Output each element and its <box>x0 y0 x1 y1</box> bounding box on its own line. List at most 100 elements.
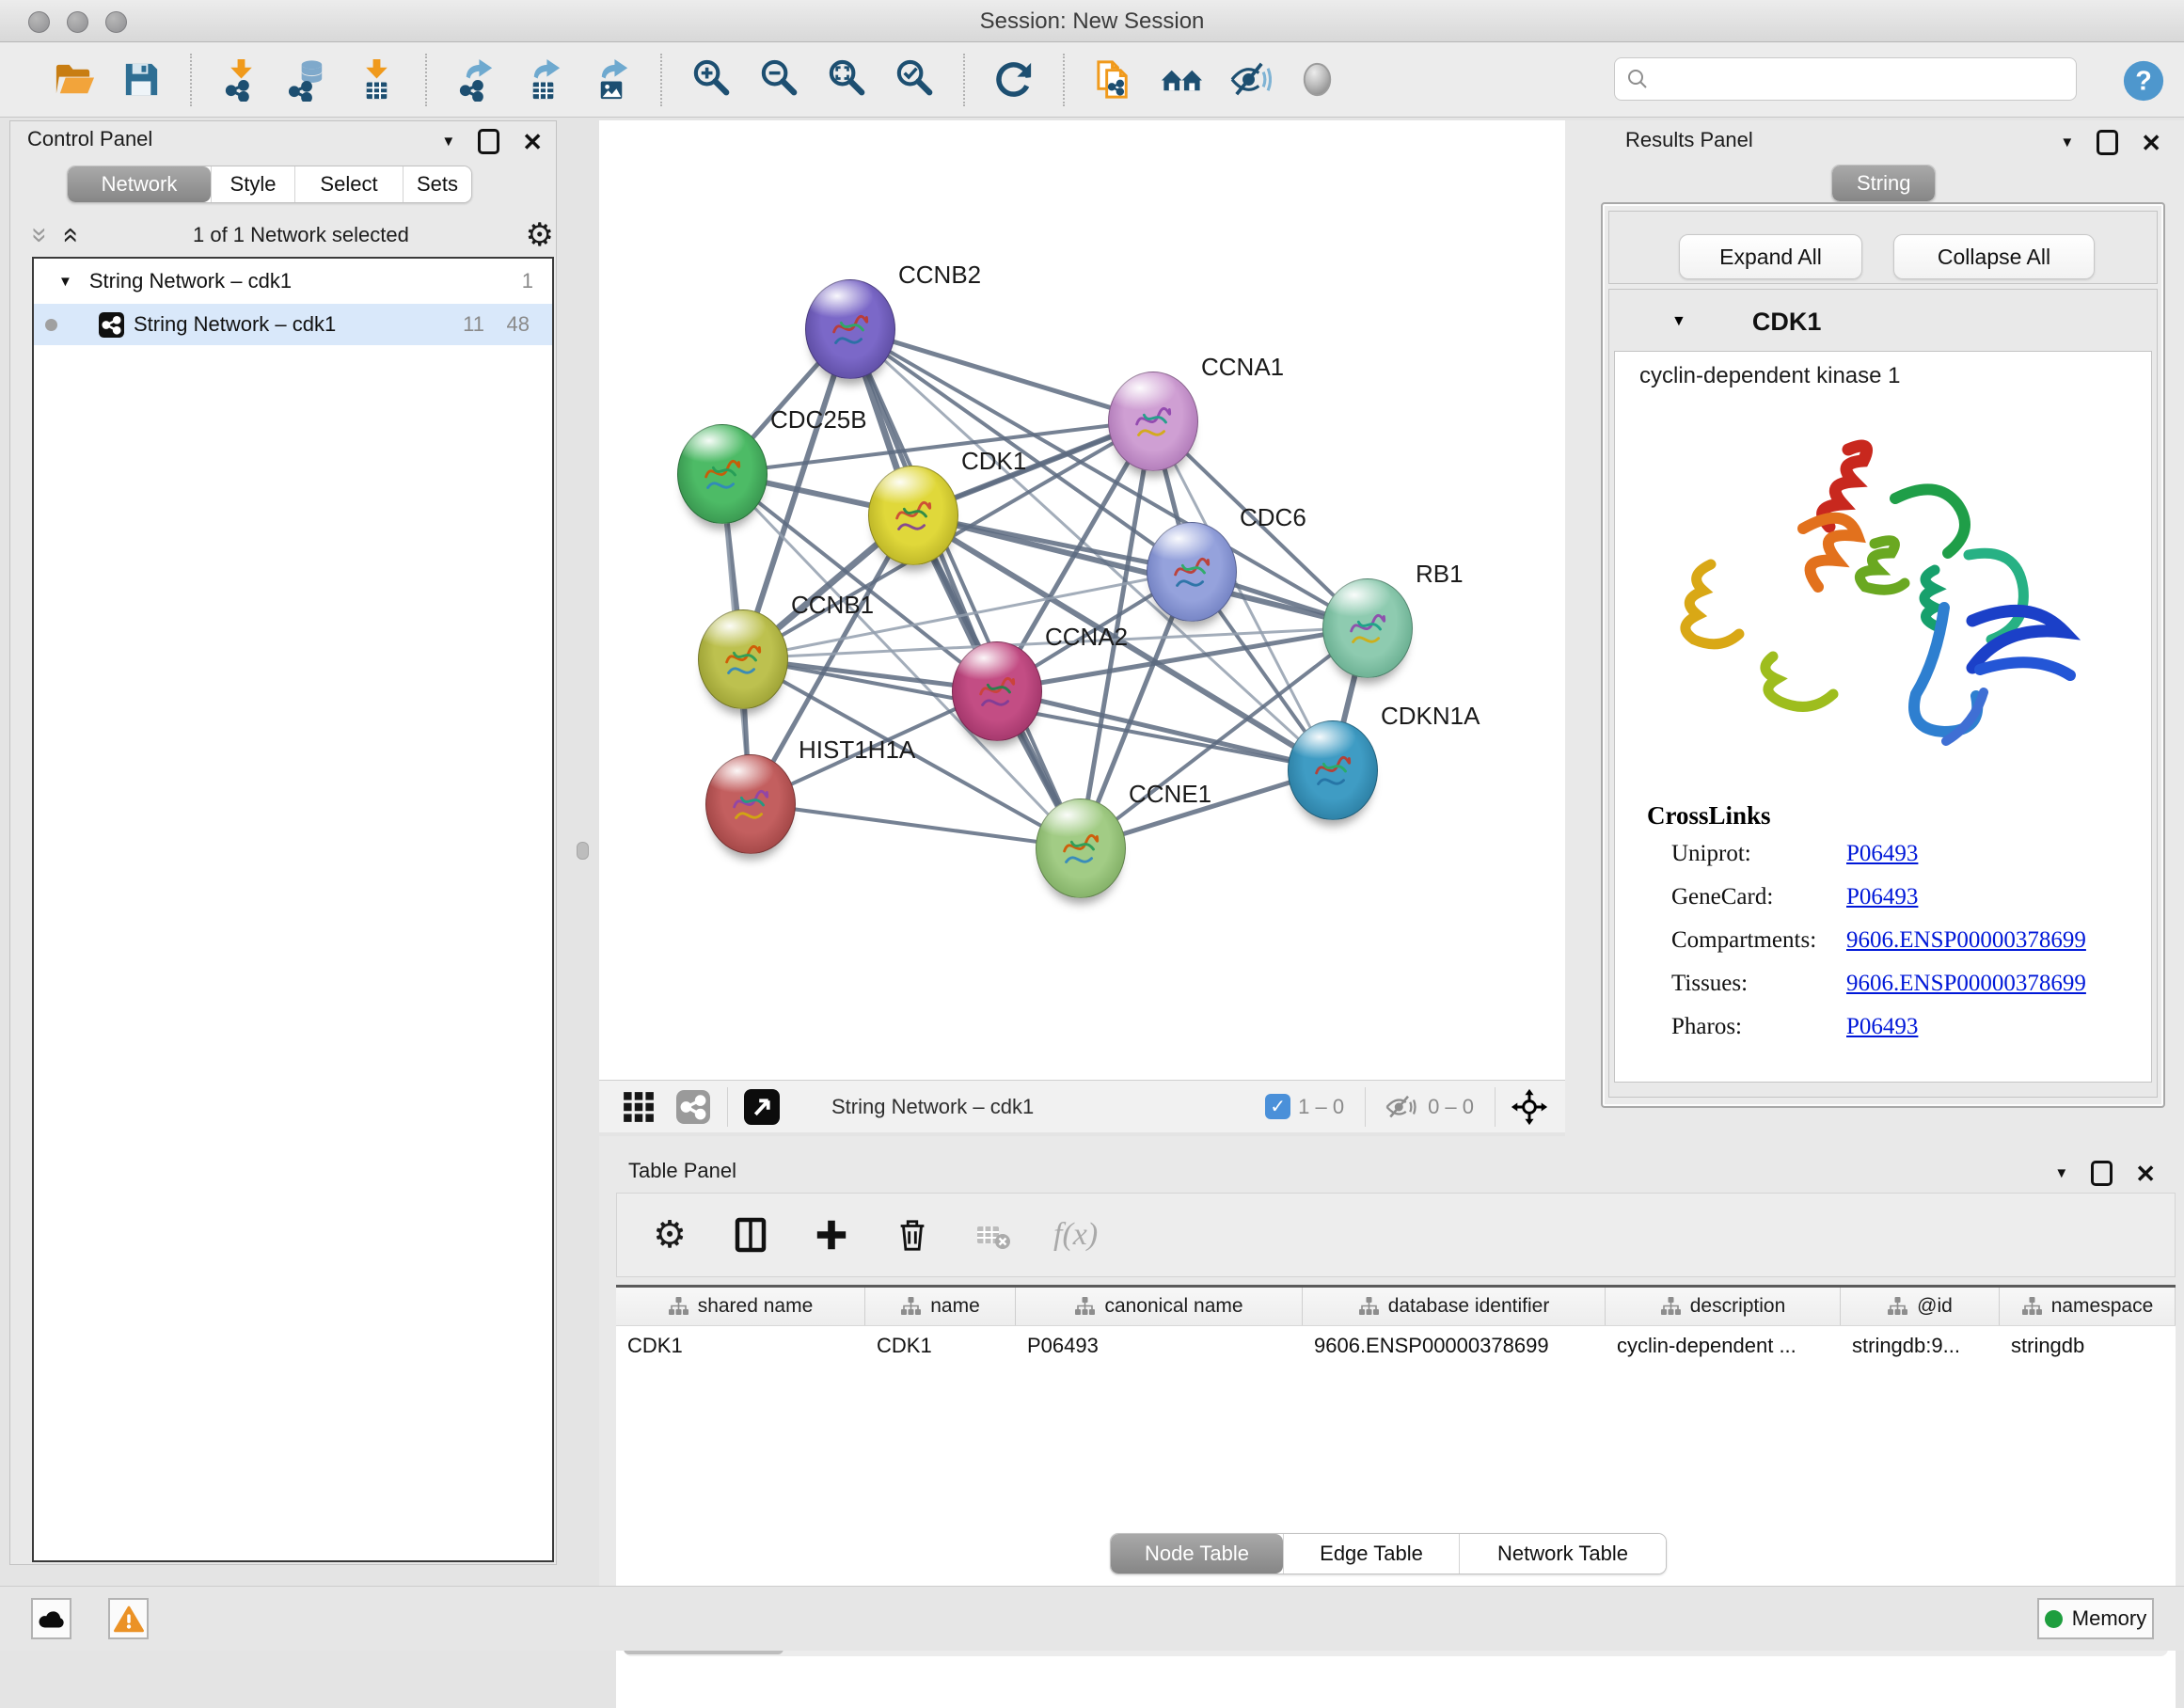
network-node-cdk1[interactable] <box>868 466 958 565</box>
column-header-shared-name[interactable]: shared name <box>616 1288 865 1325</box>
network-edge[interactable] <box>996 690 1332 769</box>
crosslink-value-link[interactable]: P06493 <box>1846 841 1918 867</box>
column-header-description[interactable]: description <box>1606 1288 1841 1325</box>
cloud-status-button[interactable] <box>31 1598 71 1639</box>
hide-panel-button[interactable] <box>1223 54 1275 106</box>
column-header-canonical-name[interactable]: canonical name <box>1016 1288 1303 1325</box>
results-panel-close-icon[interactable]: ✕ <box>2141 131 2161 155</box>
delete-column-icon[interactable] <box>892 1214 933 1256</box>
refresh-view-button[interactable] <box>988 54 1040 106</box>
crosslink-value-link[interactable]: 9606.ENSP00000378699 <box>1846 971 2086 997</box>
network-node-ccna1[interactable] <box>1108 372 1198 471</box>
string-home-button[interactable] <box>1155 54 1208 106</box>
control-panel-close-icon[interactable]: ✕ <box>522 130 543 154</box>
tab-style[interactable]: Style <box>211 166 294 202</box>
table-panel-close-icon[interactable]: ✕ <box>2135 1162 2156 1186</box>
tab-string[interactable]: String <box>1832 166 1935 201</box>
network-row[interactable]: String Network – cdk1 11 48 <box>34 304 552 345</box>
save-session-button[interactable] <box>115 54 167 106</box>
export-image-button[interactable] <box>585 54 638 106</box>
table-options-gear-icon[interactable]: ⚙ <box>649 1214 690 1256</box>
table-panel-collapse-icon[interactable]: ▼ <box>2054 1165 2068 1181</box>
entry-collapse-icon[interactable]: ▼ <box>1671 313 1686 330</box>
tab-node-table[interactable]: Node Table <box>1111 1534 1283 1574</box>
shared-column-icon <box>1358 1296 1379 1317</box>
zoom-selected-button[interactable] <box>888 54 941 106</box>
network-node-cdc25b[interactable] <box>677 424 768 524</box>
network-node-rb1[interactable] <box>1322 578 1413 678</box>
network-node-cdkn1a[interactable] <box>1288 720 1378 820</box>
network-node-ccne1[interactable] <box>1036 799 1126 898</box>
table-cell[interactable]: stringdb <box>2000 1327 2176 1365</box>
inactive-eye-button[interactable] <box>1290 54 1343 106</box>
export-table-button[interactable] <box>517 54 570 106</box>
help-icon: ? <box>2122 59 2165 103</box>
table-cell[interactable]: P06493 <box>1016 1327 1303 1365</box>
zoom-fit-button[interactable] <box>820 54 873 106</box>
export-network-button[interactable] <box>450 54 502 106</box>
collapse-all-networks-icon[interactable]: » <box>55 228 83 244</box>
expand-all-button[interactable]: Expand All <box>1679 234 1862 279</box>
table-cell[interactable]: stringdb:9... <box>1841 1327 2000 1365</box>
zoom-out-button[interactable] <box>752 54 805 106</box>
delete-table-icon[interactable] <box>973 1214 1014 1256</box>
tab-sets[interactable]: Sets <box>403 166 471 202</box>
network-node-ccnb1[interactable] <box>698 609 788 709</box>
results-panel-float-icon[interactable] <box>2097 130 2118 155</box>
selected-nodes-checkbox[interactable]: ✓ <box>1265 1094 1290 1119</box>
open-in-new-window-icon[interactable] <box>741 1086 783 1128</box>
network-edge[interactable] <box>849 328 1152 420</box>
tab-network-table[interactable]: Network Table <box>1459 1534 1666 1574</box>
help-button[interactable]: ? <box>2122 59 2165 103</box>
search-input[interactable] <box>1656 66 2065 92</box>
tab-edge-table[interactable]: Edge Table <box>1283 1534 1459 1574</box>
zoom-in-button[interactable] <box>685 54 737 106</box>
network-collection-row[interactable]: ▼ String Network – cdk1 1 <box>34 261 552 302</box>
network-node-ccnb2[interactable] <box>805 279 895 379</box>
crosslink-value-link[interactable]: 9606.ENSP00000378699 <box>1846 927 2086 954</box>
table-cell[interactable]: CDK1 <box>865 1327 1016 1365</box>
network-edge[interactable] <box>750 803 1080 847</box>
crosslink-value-link[interactable]: P06493 <box>1846 1014 1918 1040</box>
fit-selected-icon[interactable] <box>1509 1086 1550 1128</box>
network-edge[interactable] <box>849 328 1080 847</box>
import-database-button[interactable] <box>282 54 335 106</box>
snapshot-button[interactable] <box>1087 54 1140 106</box>
collection-expand-icon[interactable]: ▼ <box>58 274 72 290</box>
column-header-namespace[interactable]: namespace <box>2000 1288 2176 1325</box>
memory-button[interactable]: Memory <box>2037 1598 2154 1639</box>
column-header-name[interactable]: name <box>865 1288 1016 1325</box>
control-panel-collapse-icon[interactable]: ▼ <box>441 134 455 150</box>
search-box[interactable] <box>1614 57 2077 101</box>
tab-network[interactable]: Network <box>68 166 211 202</box>
create-column-icon[interactable] <box>811 1214 852 1256</box>
birds-eye-view-icon[interactable] <box>618 1086 659 1128</box>
warnings-button[interactable] <box>108 1598 149 1639</box>
table-cell[interactable]: 9606.ENSP00000378699 <box>1303 1327 1606 1365</box>
network-node-hist1h1a[interactable] <box>705 754 796 854</box>
expand-all-networks-icon[interactable]: » <box>25 228 54 244</box>
table-cell[interactable]: cyclin-dependent ... <box>1606 1327 1841 1365</box>
open-session-button[interactable] <box>47 54 100 106</box>
column-header-database-identifier[interactable]: database identifier <box>1303 1288 1606 1325</box>
network-node-cdc6[interactable] <box>1147 522 1237 622</box>
hidden-elements-icon[interactable] <box>1379 1086 1420 1128</box>
control-panel-float-icon[interactable] <box>478 129 499 154</box>
import-table-button[interactable] <box>350 54 403 106</box>
collapse-all-button[interactable]: Collapse All <box>1893 234 2095 279</box>
table-row[interactable]: CDK1CDK1P064939606.ENSP00000378699cyclin… <box>616 1327 2176 1365</box>
network-options-gear-icon[interactable]: ⚙ <box>526 219 554 251</box>
column-header-id[interactable]: @id <box>1841 1288 2000 1325</box>
left-splitter-grip[interactable] <box>577 842 589 860</box>
table-panel-float-icon[interactable] <box>2091 1161 2113 1186</box>
function-builder-icon[interactable]: f(x) <box>1053 1214 1098 1256</box>
show-columns-icon[interactable] <box>730 1214 771 1256</box>
network-node-ccna2[interactable] <box>952 641 1042 741</box>
network-view-canvas[interactable]: CCNB2CCNA1CDC25BCDK1CDC6RB1CCNB1CCNA2CDK… <box>599 120 1565 1080</box>
table-cell[interactable]: CDK1 <box>616 1327 865 1365</box>
results-panel-collapse-icon[interactable]: ▼ <box>2060 134 2074 150</box>
crosslink-value-link[interactable]: P06493 <box>1846 884 1918 910</box>
import-network-button[interactable] <box>214 54 267 106</box>
entry-header-cdk1[interactable]: ▼ CDK1 <box>1609 294 2157 349</box>
tab-select[interactable]: Select <box>294 166 403 202</box>
